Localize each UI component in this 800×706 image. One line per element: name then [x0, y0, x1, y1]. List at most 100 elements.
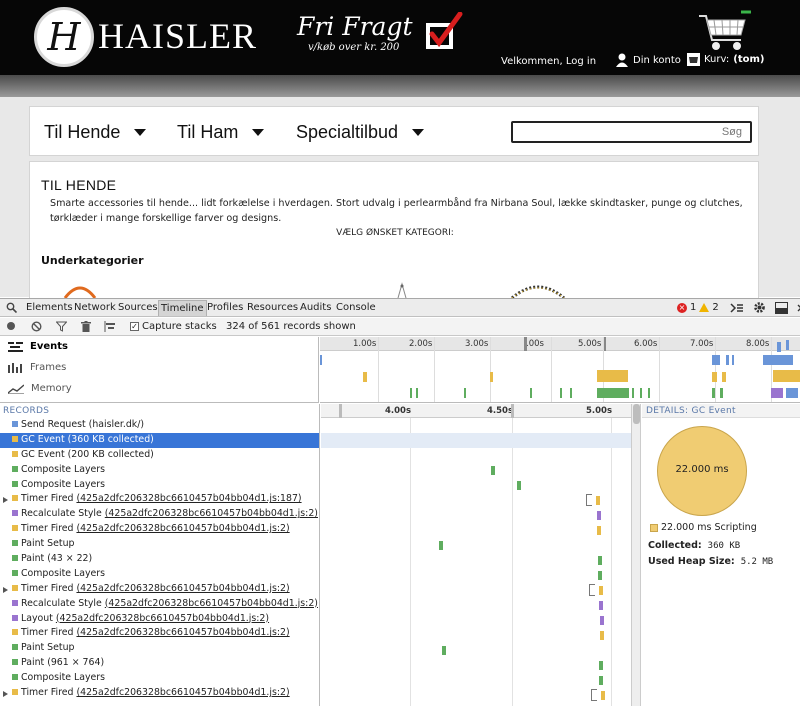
record-row[interactable]: Layout (425a2dfc206328bc6610457b04bb04d1…: [0, 612, 319, 627]
scrollbar-thumb[interactable]: [633, 404, 640, 424]
overview-grid-line: [490, 337, 491, 402]
record-source-link[interactable]: (425a2dfc206328bc6610457b04bb04d1.js:2): [76, 687, 289, 698]
waterfall-bar[interactable]: [600, 616, 604, 625]
overview-events[interactable]: Events: [8, 341, 68, 352]
waterfall-bar[interactable]: [491, 466, 495, 475]
subcategory-thumbnail[interactable]: [60, 282, 100, 298]
overview-window-handle[interactable]: [524, 337, 527, 351]
tab-network[interactable]: Network: [72, 300, 118, 316]
waterfall-bar[interactable]: [517, 481, 521, 490]
record-type-swatch: [12, 555, 18, 562]
site-logo[interactable]: H: [34, 7, 94, 67]
record-row[interactable]: Paint (43 × 22): [0, 552, 319, 567]
subcategory-thumbnail[interactable]: [508, 282, 568, 298]
waterfall-bar[interactable]: [600, 631, 604, 640]
subcategory-thumbnail[interactable]: [390, 282, 420, 298]
expand-arrow-icon[interactable]: [3, 497, 8, 504]
waterfall-bar[interactable]: [439, 541, 443, 550]
overview-event-bar: [771, 388, 783, 398]
waterfall-bar[interactable]: [601, 691, 605, 700]
record-source-link[interactable]: (425a2dfc206328bc6610457b04bb04d1.js:2): [105, 598, 318, 609]
tab-elements[interactable]: Elements: [24, 300, 75, 316]
clear-icon[interactable]: [31, 321, 42, 332]
gear-icon[interactable]: [753, 301, 766, 314]
waterfall-scrollbar[interactable]: [631, 404, 641, 706]
record-row[interactable]: GC Event (200 KB collected): [0, 448, 319, 463]
record-name: Timer Fired: [21, 687, 77, 699]
tab-audits[interactable]: Audits: [298, 300, 333, 316]
record-source-link[interactable]: (425a2dfc206328bc6610457b04bb04d1.js:2): [76, 627, 289, 638]
basket-link[interactable]: Kurv: (tom): [687, 53, 764, 66]
record-type-swatch: [12, 614, 18, 621]
waterfall-selected-row: [321, 433, 631, 448]
welcome-login-link[interactable]: Velkommen, Log in: [501, 56, 596, 67]
waterfall-bar[interactable]: [597, 526, 601, 535]
filter-icon[interactable]: [56, 321, 67, 332]
waterfall-bar[interactable]: [598, 556, 602, 565]
record-row[interactable]: Recalculate Style (425a2dfc206328bc66104…: [0, 597, 319, 612]
records-count: 324 of 561 records shown: [226, 321, 356, 332]
record-source-link[interactable]: (425a2dfc206328bc6610457b04bb04d1.js:2): [105, 508, 318, 519]
record-row[interactable]: GC Event (360 KB collected): [0, 432, 319, 448]
waterfall-bar[interactable]: [597, 511, 601, 520]
promo-subtitle: v/køb over kr. 200: [308, 42, 400, 53]
record-row[interactable]: Recalculate Style (425a2dfc206328bc66104…: [0, 507, 319, 522]
record-row[interactable]: Timer Fired (425a2dfc206328bc6610457b04b…: [0, 686, 319, 701]
search-input[interactable]: Søg: [511, 121, 752, 143]
record-source-link[interactable]: (425a2dfc206328bc6610457b04bb04d1.js:2): [56, 613, 269, 624]
waterfall-bar[interactable]: [599, 586, 603, 595]
nav-item-specialtilbud[interactable]: Specialtilbud: [296, 122, 425, 143]
overview-frames[interactable]: Frames: [8, 362, 66, 373]
waterfall-bar[interactable]: [596, 496, 600, 505]
console-status[interactable]: × 1 2: [677, 301, 800, 314]
record-row[interactable]: Composite Layers: [0, 463, 319, 478]
record-source-link[interactable]: (425a2dfc206328bc6610457b04bb04d1.js:2): [76, 583, 289, 594]
record-row[interactable]: Timer Fired (425a2dfc206328bc6610457b04b…: [0, 522, 319, 537]
overview-event-bar: [560, 388, 562, 398]
record-row[interactable]: Timer Fired (425a2dfc206328bc6610457b04b…: [0, 492, 319, 507]
account-link[interactable]: Din konto: [616, 53, 681, 67]
tab-sources[interactable]: Sources: [116, 300, 160, 316]
records-waterfall[interactable]: 4.00s 4.50s 5.00s: [321, 404, 631, 706]
expand-arrow-icon[interactable]: [3, 691, 8, 698]
waterfall-window-handle[interactable]: [511, 404, 514, 418]
details-header: DETAILS: GC Event: [642, 404, 800, 418]
waterfall-bar[interactable]: [599, 601, 603, 610]
nav-item-til-hende[interactable]: Til Hende: [44, 122, 147, 143]
waterfall-bar[interactable]: [599, 661, 603, 670]
overview-memory[interactable]: Memory: [8, 383, 72, 394]
tab-profiles[interactable]: Profiles: [205, 300, 245, 316]
search-icon[interactable]: [6, 302, 17, 313]
capture-stacks-checkbox[interactable]: ✓ Capture stacks: [130, 321, 217, 332]
waterfall-bar[interactable]: [598, 571, 602, 580]
expand-arrow-icon[interactable]: [3, 586, 8, 593]
waterfall-window-handle[interactable]: [339, 404, 342, 418]
record-type-swatch: [12, 525, 18, 532]
record-row[interactable]: Paint (961 × 764): [0, 656, 319, 671]
record-source-link[interactable]: (425a2dfc206328bc6610457b04bb04d1.js:187…: [76, 493, 301, 504]
timeline-overview[interactable]: 1.00s 2.00s 3.00s .00s 5.00s 6.00s 7.00s 8.00s: [320, 337, 800, 403]
record-row[interactable]: Paint Setup: [0, 537, 319, 552]
record-row[interactable]: Composite Layers: [0, 671, 319, 686]
flame-chart-icon[interactable]: [104, 321, 118, 332]
tab-timeline[interactable]: Timeline: [158, 300, 207, 316]
waterfall-bar[interactable]: [599, 676, 603, 685]
tab-console[interactable]: Console: [334, 300, 378, 316]
console-drawer-icon[interactable]: [730, 302, 744, 314]
brand-name[interactable]: HAISLER: [98, 15, 257, 57]
record-source-link[interactable]: (425a2dfc206328bc6610457b04bb04d1.js:2): [76, 523, 289, 534]
record-row[interactable]: Composite Layers: [0, 478, 319, 493]
record-icon[interactable]: [6, 321, 16, 331]
nav-item-til-ham[interactable]: Til Ham: [177, 122, 265, 143]
record-row[interactable]: Timer Fired (425a2dfc206328bc6610457b04b…: [0, 626, 319, 641]
record-row[interactable]: Send Request (haisler.dk/): [0, 418, 319, 433]
trash-icon[interactable]: [81, 321, 91, 332]
waterfall-bar[interactable]: [442, 646, 446, 655]
record-row[interactable]: Paint Setup: [0, 641, 319, 656]
record-row[interactable]: Timer Fired (425a2dfc206328bc6610457b04b…: [0, 582, 319, 597]
record-row[interactable]: Composite Layers: [0, 567, 319, 582]
shopping-cart-icon[interactable]: [697, 10, 753, 52]
waterfall-bracket: [591, 689, 597, 701]
tab-resources[interactable]: Resources: [245, 300, 300, 316]
dock-icon[interactable]: [774, 301, 788, 314]
